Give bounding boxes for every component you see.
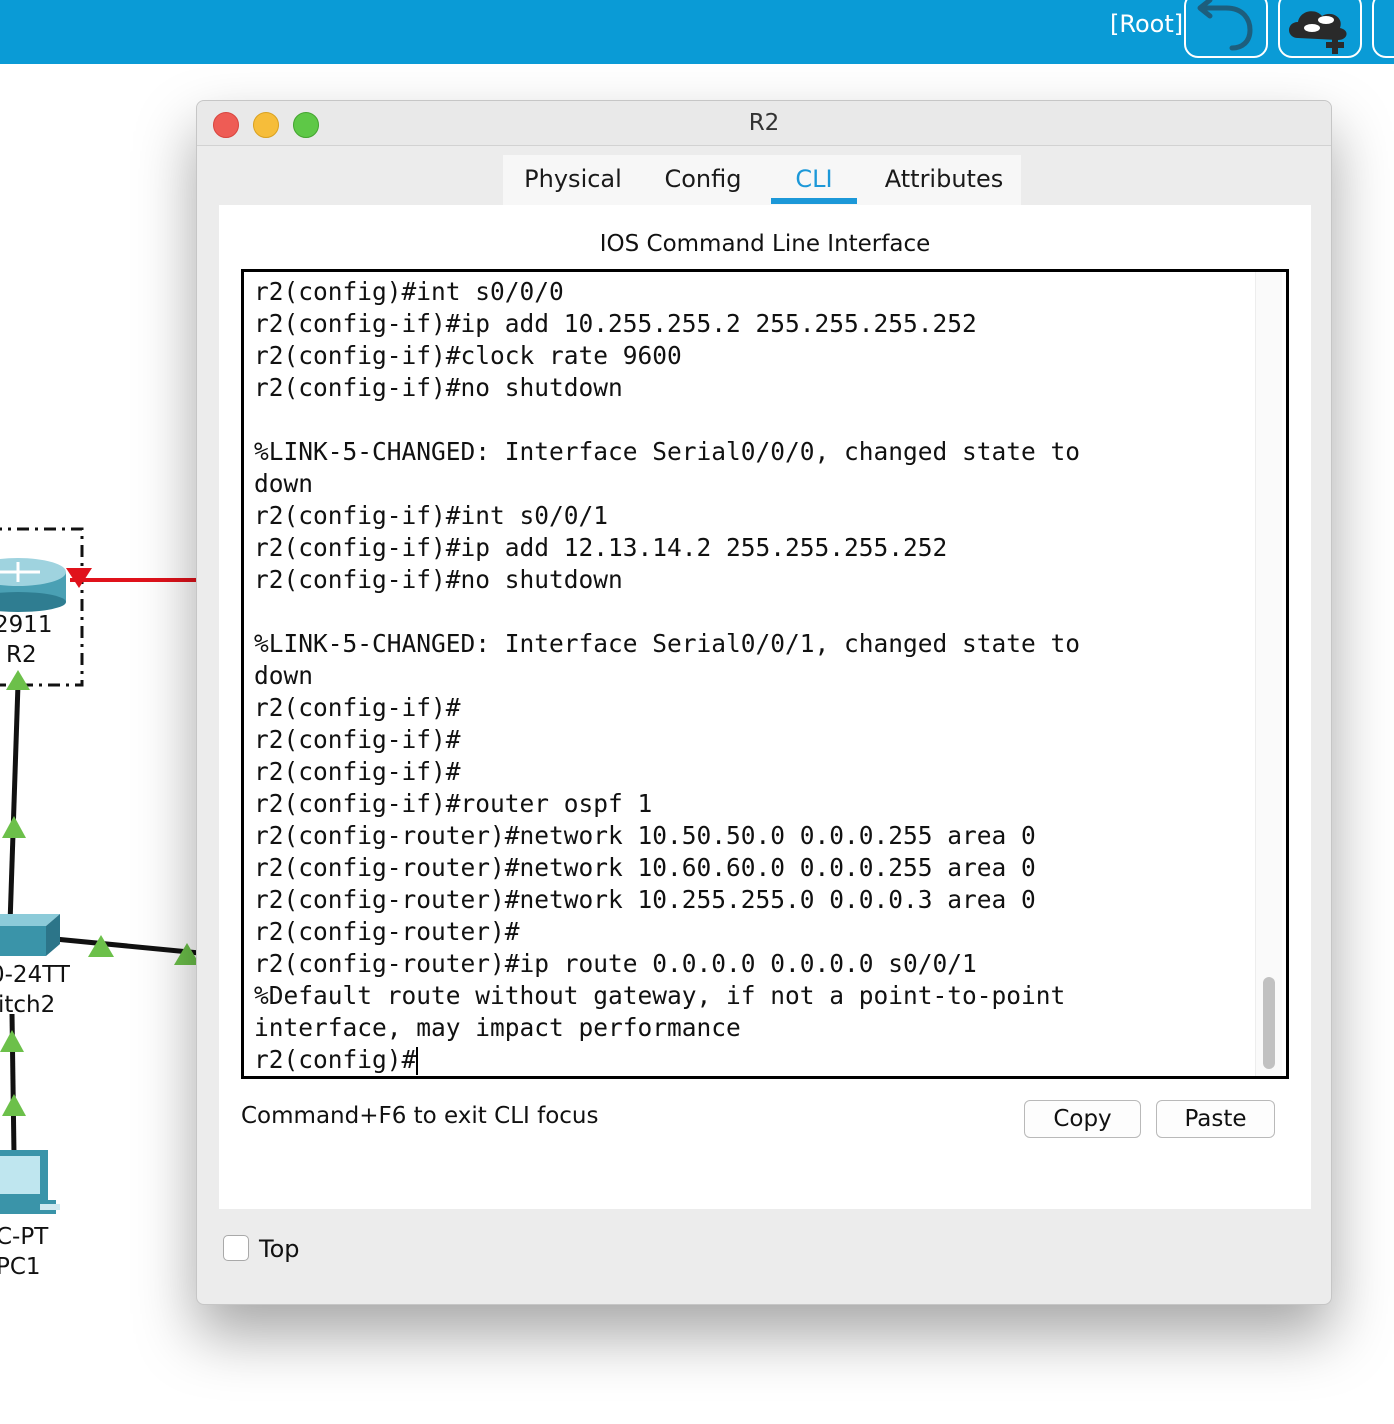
cli-terminal[interactable]: r2(config)#int s0/0/0 r2(config-if)#ip ad… (241, 269, 1289, 1079)
ethernet-link (7, 683, 21, 925)
tab-attributes[interactable]: Attributes (875, 155, 1013, 205)
terminal-line: r2(config-router)#ip route 0.0.0.0 0.0.0… (254, 949, 977, 978)
terminal-line: r2(config-if)#no shutdown (254, 373, 623, 402)
terminal-line: r2(config-router)# (254, 917, 520, 946)
device-model-label: 0-24TT (0, 962, 70, 988)
top-checkbox-label[interactable]: Top (259, 1235, 300, 1263)
terminal-line: %LINK-5-CHANGED: Interface Serial0/0/1, … (254, 629, 1081, 658)
terminal-line: r2(config-if)# (254, 693, 461, 722)
tab-config[interactable]: Config (653, 155, 753, 205)
terminal-line: r2(config-if)#ip add 12.13.14.2 255.255.… (254, 533, 948, 562)
device-name-label[interactable]: PC1 (0, 1254, 41, 1280)
tab-physical[interactable]: Physical (515, 155, 631, 205)
pc-icon (0, 1150, 60, 1214)
scrollbar-thumb[interactable] (1263, 977, 1275, 1069)
terminal-line: r2(config-if)#ip add 10.255.255.2 255.25… (254, 309, 977, 338)
top-toolbar: [Root] (0, 0, 1394, 64)
terminal-line: down (254, 661, 314, 690)
terminal-line: r2(config)#int s0/0/0 (254, 277, 564, 306)
terminal-scrollbar[interactable] (1255, 272, 1282, 1076)
undo-button[interactable] (1184, 0, 1268, 58)
terminal-line: r2(config-if)# (254, 725, 461, 754)
top-checkbox[interactable] (223, 1235, 249, 1261)
terminal-line: interface, may impact performance (254, 1013, 741, 1042)
root-breadcrumb[interactable]: [Root] (1110, 10, 1183, 38)
undo-icon (1197, 0, 1253, 51)
cloud-router-add-icon (1289, 11, 1347, 54)
terminal-line: r2(config-if)#clock rate 9600 (254, 341, 682, 370)
terminal-line: r2(config-router)#network 10.50.50.0 0.0… (254, 821, 1036, 850)
terminal-output: r2(config)#int s0/0/0 r2(config-if)#ip ad… (254, 276, 1254, 1076)
dialog-title: R2 (748, 110, 780, 136)
terminal-prompt-line[interactable]: r2(config)# (254, 1044, 1254, 1076)
router-icon (0, 558, 66, 612)
device-name-label[interactable]: R2 (6, 642, 37, 668)
device-dialog: R2 Physical Config CLI Attributes IOS Co… (196, 100, 1332, 1305)
panel-heading: IOS Command Line Interface (599, 231, 931, 257)
paste-button[interactable]: Paste (1156, 1100, 1275, 1138)
terminal-prompt: r2(config)# (254, 1045, 417, 1074)
terminal-line: %LINK-5-CHANGED: Interface Serial0/0/0, … (254, 437, 1081, 466)
link-up-icon (2, 816, 26, 838)
device-name-label[interactable]: itch2 (0, 992, 55, 1018)
switch-icon (0, 914, 60, 956)
active-tab-indicator (771, 198, 857, 204)
terminal-line: r2(config-if)# (254, 757, 461, 786)
terminal-line: r2(config-if)#int s0/0/1 (254, 501, 609, 530)
terminal-line: r2(config-router)#network 10.255.255.0 0… (254, 885, 1036, 914)
copy-button[interactable]: Copy (1024, 1100, 1141, 1138)
dialog-titlebar[interactable]: R2 (197, 101, 1331, 146)
device-model-label: 2911 (0, 612, 53, 638)
terminal-line: %Default route without gateway, if not a… (254, 981, 1066, 1010)
terminal-line: down (254, 469, 314, 498)
cli-focus-hint: Command+F6 to exit CLI focus (241, 1103, 599, 1129)
device-model-label: C-PT (0, 1224, 49, 1250)
more-toolbar-button[interactable] (1372, 0, 1394, 58)
link-up-icon (2, 1094, 26, 1116)
link-up-icon (0, 1030, 24, 1052)
add-cloud-router-button[interactable] (1278, 0, 1362, 58)
cli-panel: IOS Command Line Interface r2(config)#in… (219, 205, 1311, 1209)
text-cursor (416, 1047, 419, 1075)
link-up-icon (6, 670, 30, 690)
terminal-line: r2(config-if)#no shutdown (254, 565, 623, 594)
terminal-line: r2(config-if)#router ospf 1 (254, 789, 653, 818)
tab-bar: Physical Config CLI Attributes (503, 155, 1021, 205)
terminal-line: r2(config-router)#network 10.60.60.0 0.0… (254, 853, 1036, 882)
